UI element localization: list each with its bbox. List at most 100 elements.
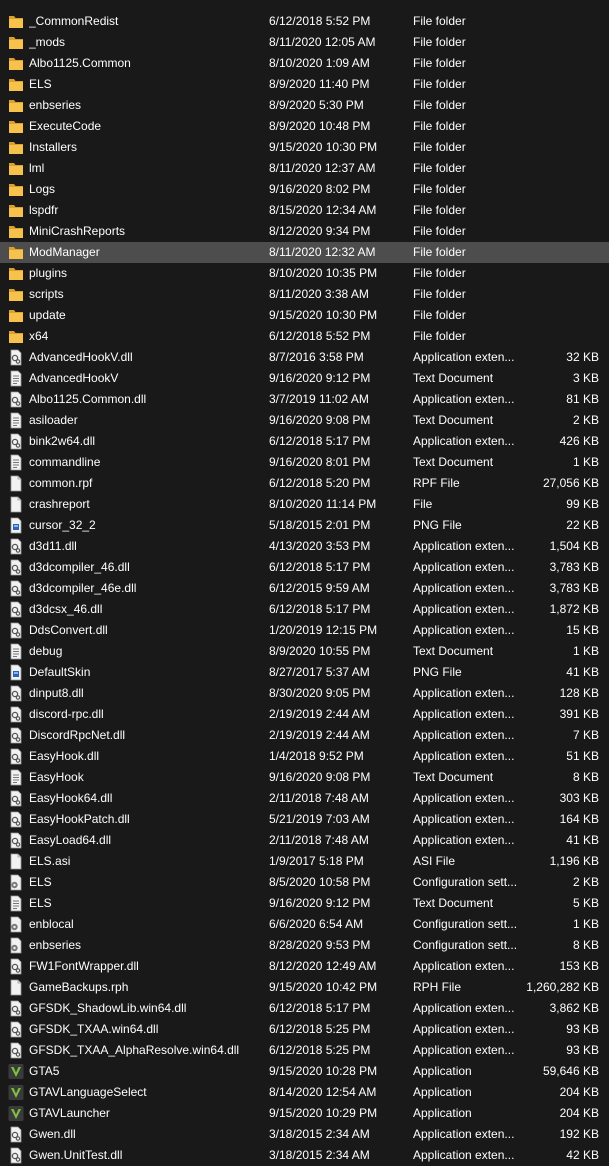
file-name: bink2w64.dll — [29, 434, 96, 448]
file-type: File — [413, 497, 433, 511]
file-date-modified: 9/15/2020 10:30 PM — [269, 308, 378, 322]
file-size — [519, 284, 599, 305]
file-row[interactable]: DefaultSkin 8/27/2017 5:37 AM PNG File 41 K… — [0, 662, 609, 683]
file-row[interactable]: lspdfr 8/15/2020 12:34 AM File folder — [0, 200, 609, 221]
file-type: Text Document — [413, 455, 494, 469]
file-row[interactable]: Albo1125.Common 8/10/2020 1:09 AM File fol… — [0, 53, 609, 74]
file-size: 164 KB — [559, 812, 599, 826]
file-row[interactable]: _CommonRedist 6/12/2018 5:52 PM File folde… — [0, 11, 609, 32]
file-row[interactable]: d3d11.dll 4/13/2020 3:53 PM Application ex… — [0, 536, 609, 557]
dll-icon — [8, 349, 24, 366]
file-row[interactable]: bink2w64.dll 6/12/2018 5:17 PM Application… — [0, 431, 609, 452]
dll-icon — [8, 601, 24, 618]
file-name: lml — [29, 161, 45, 175]
folder-icon — [8, 265, 24, 282]
file-type: Application exten... — [413, 581, 515, 595]
file-name: Gwen.dll — [29, 1127, 76, 1141]
file-type: File folder — [413, 182, 466, 196]
file-date-modified: 8/9/2020 11:40 PM — [269, 77, 370, 91]
folder-icon — [8, 97, 24, 114]
file-row[interactable]: EasyHook 9/16/2020 9:08 PM Text Document 8 … — [0, 767, 609, 788]
file-row[interactable]: MiniCrashReports 8/12/2020 9:34 PM File fo… — [0, 221, 609, 242]
file-row[interactable]: commandline 9/16/2020 8:01 PM Text Documen… — [0, 452, 609, 473]
file-name: GameBackups.rph — [29, 980, 129, 994]
file-row[interactable]: EasyHook64.dll 2/11/2018 7:48 AM Applicati… — [0, 788, 609, 809]
file-row[interactable]: Gwen.UnitTest.dll 3/18/2015 2:34 AM Applic… — [0, 1145, 609, 1166]
file-row[interactable]: cursor_32_2 5/18/2015 2:01 PM PNG File 22 K… — [0, 515, 609, 536]
file-row[interactable]: discord-rpc.dll 2/19/2019 2:44 AM Applicat… — [0, 704, 609, 725]
file-row[interactable]: EasyLoad64.dll 2/11/2018 7:48 AM Applicati… — [0, 830, 609, 851]
file-row[interactable]: FW1FontWrapper.dll 8/12/2020 12:49 AM Appl… — [0, 956, 609, 977]
file-type: PNG File — [413, 518, 462, 532]
file-row[interactable]: enbseries 8/9/2020 5:30 PM File folder — [0, 95, 609, 116]
file-row[interactable]: crashreport 8/10/2020 11:14 PM File 99 KB — [0, 494, 609, 515]
file-row[interactable]: Gwen.dll 3/18/2015 2:34 AM Application ext… — [0, 1124, 609, 1145]
file-row[interactable]: EasyHook.dll 1/4/2018 9:52 PM Application … — [0, 746, 609, 767]
file-row[interactable]: ELS 8/9/2020 11:40 PM File folder — [0, 74, 609, 95]
folder-icon — [8, 160, 24, 177]
file-size — [519, 11, 599, 32]
file-row[interactable]: ELS 9/16/2020 9:12 PM Text Document 5 KB — [0, 893, 609, 914]
file-row[interactable]: GTA5 9/15/2020 10:28 PM Application 59,646 … — [0, 1061, 609, 1082]
file-row[interactable]: EasyHookPatch.dll 5/21/2019 7:03 AM Applic… — [0, 809, 609, 830]
file-type: Application exten... — [413, 959, 515, 973]
file-row[interactable]: DdsConvert.dll 1/20/2019 12:15 PM Applicat… — [0, 620, 609, 641]
file-row[interactable]: Logs 9/16/2020 8:02 PM File folder — [0, 179, 609, 200]
file-row[interactable]: d3dcompiler_46.dll 6/12/2018 5:17 PM Appli… — [0, 557, 609, 578]
file-row[interactable]: d3dcsx_46.dll 6/12/2018 5:17 PM Applicatio… — [0, 599, 609, 620]
file-date-modified: 1/4/2018 9:52 PM — [269, 749, 364, 763]
file-row[interactable]: common.rpf 6/12/2018 5:20 PM RPF File 27,05… — [0, 473, 609, 494]
file-type: File folder — [413, 35, 466, 49]
file-name: GTA5 — [29, 1064, 60, 1078]
file-date-modified: 5/21/2019 7:03 AM — [269, 812, 370, 826]
file-type: Application — [413, 1085, 472, 1099]
file-date-modified: 6/12/2018 5:17 PM — [269, 434, 371, 448]
file-row[interactable]: update 9/15/2020 10:30 PM File folder — [0, 305, 609, 326]
file-row[interactable]: scripts 8/11/2020 3:38 AM File folder — [0, 284, 609, 305]
file-row[interactable]: Albo1125.Common.dll 3/7/2019 11:02 AM Appl… — [0, 389, 609, 410]
file-row[interactable]: GFSDK_TXAA.win64.dll 6/12/2018 5:25 PM App… — [0, 1019, 609, 1040]
file-name: ELS.asi — [29, 854, 71, 868]
file-row[interactable]: enblocal 6/6/2020 6:54 AM Configuration se… — [0, 914, 609, 935]
file-size — [519, 326, 599, 347]
file-row[interactable]: asiloader 9/16/2020 9:08 PM Text Document 2… — [0, 410, 609, 431]
folder-icon — [8, 34, 24, 51]
file-row-selected[interactable]: ModManager 8/11/2020 12:32 AM File folder — [0, 242, 609, 263]
file-row[interactable]: debug 8/9/2020 10:55 PM Text Document 1 KB — [0, 641, 609, 662]
file-size: 8 KB — [572, 770, 599, 784]
file-size: 93 KB — [566, 1043, 599, 1057]
file-row[interactable]: GameBackups.rph 9/15/2020 10:42 PM RPH Fil… — [0, 977, 609, 998]
file-type: RPH File — [413, 980, 462, 994]
file-row[interactable]: ExecuteCode 8/9/2020 10:48 PM File folder — [0, 116, 609, 137]
file-row[interactable]: x64 6/12/2018 5:52 PM File folder — [0, 326, 609, 347]
file-row[interactable]: Installers 9/15/2020 10:30 PM File folder — [0, 137, 609, 158]
file-row[interactable]: GFSDK_ShadowLib.win64.dll 6/12/2018 5:17 … — [0, 998, 609, 1019]
file-name: GFSDK_TXAA.win64.dll — [29, 1022, 159, 1036]
file-row[interactable]: GTAVLanguageSelect 8/14/2020 12:54 AM Appl… — [0, 1082, 609, 1103]
file-date-modified: 6/12/2018 5:52 PM — [269, 14, 371, 28]
file-type: Application — [413, 1064, 472, 1078]
file-size — [519, 74, 599, 95]
dll-icon — [8, 832, 24, 849]
file-row[interactable]: ELS 8/5/2020 10:58 PM Configuration sett..… — [0, 872, 609, 893]
file-row[interactable]: lml 8/11/2020 12:37 AM File folder — [0, 158, 609, 179]
file-date-modified: 9/15/2020 10:42 PM — [269, 980, 378, 994]
file-row[interactable]: dinput8.dll 8/30/2020 9:05 PM Application … — [0, 683, 609, 704]
file-row[interactable]: AdvancedHookV 9/16/2020 9:12 PM Text Docum… — [0, 368, 609, 389]
file-row[interactable]: GFSDK_TXAA_AlphaResolve.win64.dll 6/12/20… — [0, 1040, 609, 1061]
file-date-modified: 8/12/2020 12:49 AM — [269, 959, 377, 973]
file-size — [519, 53, 599, 74]
file-row[interactable]: _mods 8/11/2020 12:05 AM File folder — [0, 32, 609, 53]
file-size — [519, 137, 599, 158]
file-row[interactable]: AdvancedHookV.dll 8/7/2016 3:58 PM Applica… — [0, 347, 609, 368]
file-name: Albo1125.Common — [29, 56, 131, 70]
file-row[interactable]: DiscordRpcNet.dll 2/19/2019 2:44 AM Applic… — [0, 725, 609, 746]
file-row[interactable]: ELS.asi 1/9/2017 5:18 PM ASI File 1,196 KB — [0, 851, 609, 872]
file-row[interactable]: enbseries 8/28/2020 9:53 PM Configuration … — [0, 935, 609, 956]
file-row[interactable]: plugins 8/10/2020 10:35 PM File folder — [0, 263, 609, 284]
file-row[interactable]: GTAVLauncher 9/15/2020 10:29 PM Applicatio… — [0, 1103, 609, 1124]
file-type: Application exten... — [413, 812, 515, 826]
image-file-icon — [8, 664, 24, 681]
file-date-modified: 3/18/2015 2:34 AM — [269, 1127, 370, 1141]
file-row[interactable]: d3dcompiler_46e.dll 6/12/2015 9:59 AM Appl… — [0, 578, 609, 599]
